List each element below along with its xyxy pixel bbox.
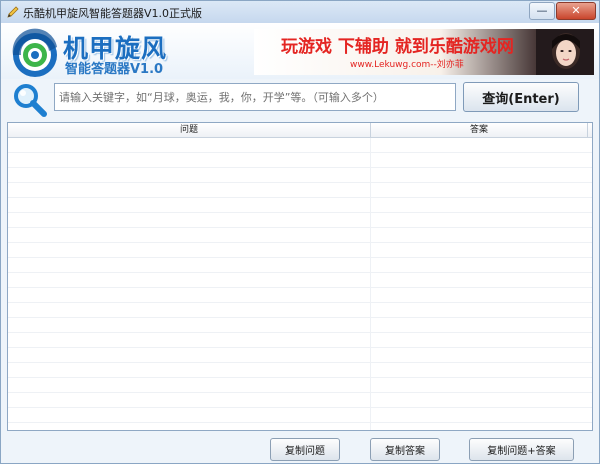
results-rows[interactable] [8, 138, 592, 430]
column-header-question[interactable]: 问题 [8, 123, 371, 137]
portrait-photo [536, 29, 594, 75]
copy-answer-button[interactable]: 复制答案 [370, 438, 440, 461]
pen-icon [7, 6, 19, 18]
window-title: 乐酷机甲旋风智能答题器V1.0正式版 [23, 7, 203, 20]
results-list[interactable]: 问题 答案 [7, 122, 593, 431]
column-header-answer[interactable]: 答案 [372, 123, 586, 137]
query-button[interactable]: 查询(Enter) [463, 82, 579, 112]
logo-subtitle: 智能答题器V1.0 [65, 62, 164, 77]
close-button[interactable]: ✕ [556, 2, 596, 20]
app-header: 机甲旋风 智能答题器V1.0 玩游戏 下辅助 就到乐酷游戏网 www.Lekuw… [1, 23, 599, 79]
copy-question-button[interactable]: 复制问题 [270, 438, 340, 461]
minimize-button[interactable]: — [529, 2, 555, 20]
title-bar[interactable]: 乐酷机甲旋风智能答题器V1.0正式版 — ✕ [1, 1, 599, 24]
column-divider [587, 123, 588, 137]
app-window: 乐酷机甲旋风智能答题器V1.0正式版 — ✕ 机甲旋风 智能答题器V1.0 玩游… [0, 0, 600, 464]
swirl-logo-icon [12, 28, 57, 77]
results-header: 问题 答案 [8, 123, 592, 138]
keyword-search-input[interactable] [54, 83, 456, 111]
magnifier-icon [14, 84, 47, 117]
copy-question-answer-button[interactable]: 复制问题+答案 [469, 438, 574, 461]
banner-url: www.Lekuwg.com--刘亦菲 [350, 60, 464, 70]
row-column-divider [370, 138, 371, 430]
ad-banner[interactable]: 玩游戏 下辅助 就到乐酷游戏网 www.Lekuwg.com--刘亦菲 [254, 29, 594, 75]
banner-slogan: 玩游戏 下辅助 就到乐酷游戏网 [281, 37, 514, 57]
